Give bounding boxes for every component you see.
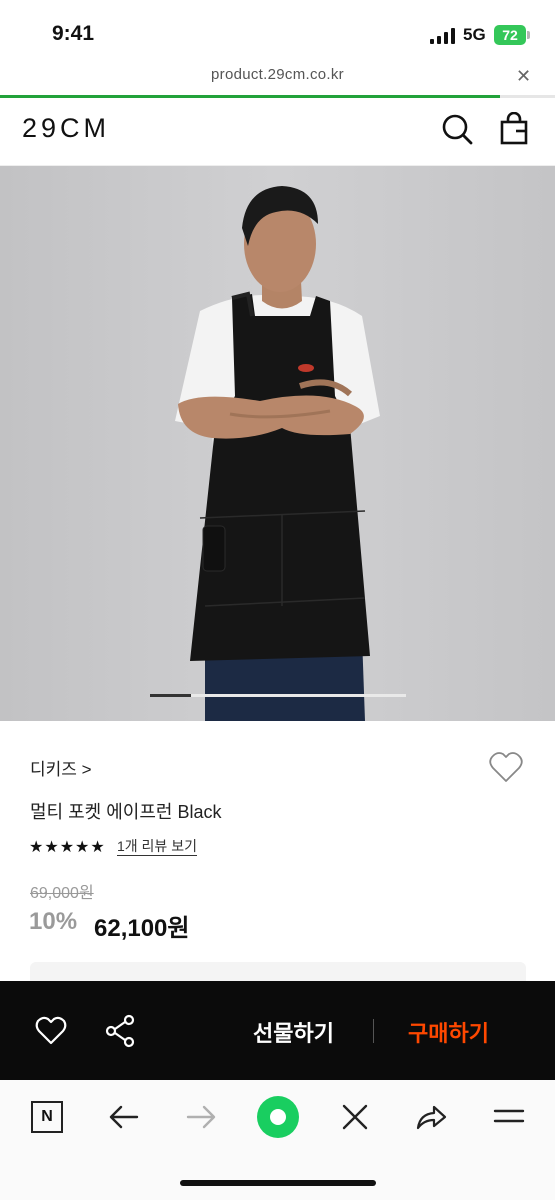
home-indicator: [180, 1180, 376, 1186]
site-logo[interactable]: 29CM: [22, 113, 110, 144]
discount-rate: 10%: [29, 908, 78, 935]
close-icon[interactable]: ✕: [516, 66, 531, 87]
network-type: 5G: [463, 25, 486, 44]
close-icon[interactable]: [338, 1100, 372, 1134]
gallery-indicator-active: [150, 694, 191, 697]
battery-tip: [527, 31, 530, 39]
search-icon[interactable]: [440, 113, 474, 147]
product-title: 멀티 포켓 에이프런 Black: [30, 802, 222, 822]
shopping-bag-icon[interactable]: [498, 112, 532, 146]
home-icon-center: [270, 1109, 286, 1125]
share-icon[interactable]: [414, 1100, 448, 1134]
heart-icon[interactable]: [35, 1015, 67, 1047]
action-divider: [373, 1019, 374, 1043]
product-photo-illustration: [0, 166, 555, 721]
naver-n-icon[interactable]: N: [31, 1101, 63, 1133]
original-price: 69,000원: [30, 885, 94, 902]
buy-button[interactable]: 구매하기: [408, 1016, 489, 1048]
menu-icon[interactable]: [492, 1100, 526, 1134]
sale-price: 62,100원: [94, 915, 190, 942]
share-icon[interactable]: [104, 1014, 136, 1048]
heart-icon[interactable]: [488, 750, 524, 784]
brand-link[interactable]: 디키즈 >: [30, 755, 92, 780]
status-time: 9:41: [52, 22, 95, 45]
signal-icon: [430, 28, 456, 44]
back-icon[interactable]: [107, 1100, 141, 1134]
forward-icon[interactable]: [184, 1100, 218, 1134]
gift-button[interactable]: 선물하기: [253, 1016, 334, 1048]
page-load-progress-fill: [0, 95, 500, 98]
url-bar[interactable]: product.29cm.co.kr: [0, 66, 555, 83]
star-rating: ★★★★★: [29, 839, 106, 856]
battery-icon: 72: [494, 25, 526, 45]
review-link[interactable]: 1개 리뷰 보기: [117, 838, 197, 856]
product-image[interactable]: [0, 166, 555, 721]
